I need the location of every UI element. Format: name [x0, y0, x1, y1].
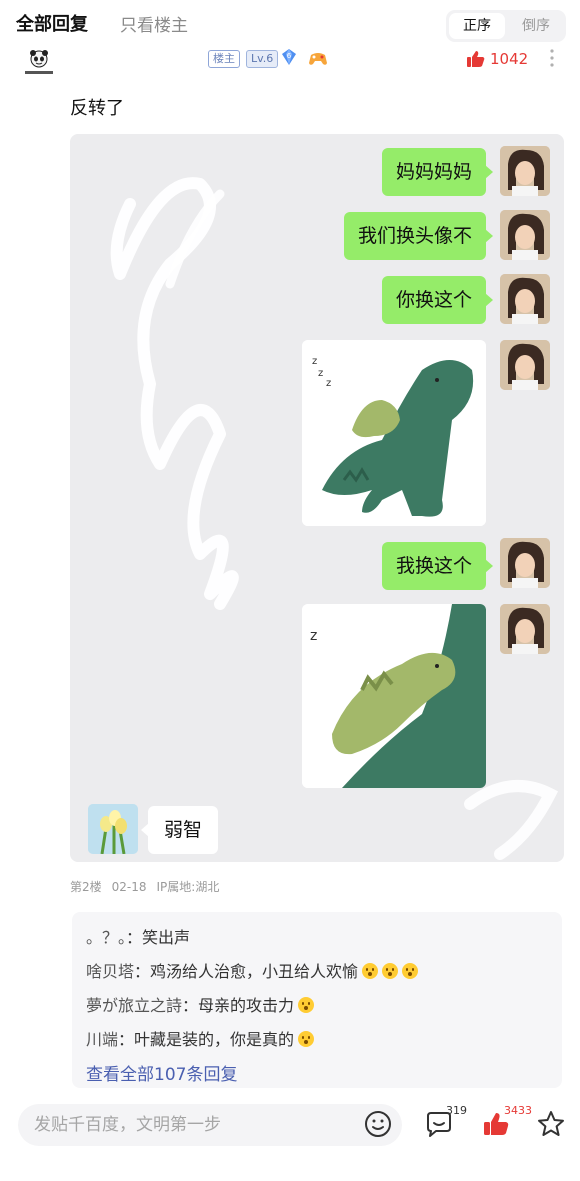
post-meta: 第2楼 02-18 IP属地:湖北 [70, 878, 229, 895]
svg-text:z: z [312, 356, 317, 367]
svg-text:z: z [310, 628, 317, 644]
list-item[interactable]: 啥贝塔：鸡汤给人治愈，小丑给人欢愉 [86, 958, 419, 982]
chat-bubble-3: 你换这个 [381, 276, 494, 324]
list-item[interactable]: 夢が旅立之詩：母亲的攻击力 [86, 992, 315, 1016]
bottom-bar: 319 3433 [0, 1096, 580, 1181]
reply-text: 笑出声 [142, 928, 191, 947]
reply-list[interactable]: 。？。：笑出声 啥贝塔：鸡汤给人治愈，小丑给人欢愉 夢が旅立之詩：母亲的攻击力 … [72, 912, 562, 1088]
chat-avatar [500, 340, 550, 390]
emoji-icon[interactable] [364, 1110, 392, 1138]
more-icon[interactable] [548, 46, 556, 70]
level-badge: Lv.6 [246, 50, 279, 68]
tab-only-op[interactable]: 只看楼主 [120, 11, 188, 36]
top-tab-bar: 全部回复 只看楼主 正序 倒序 [0, 0, 580, 44]
reply-text: 鸡汤给人治愈，小丑给人欢愉 [150, 962, 359, 981]
thumb-up-icon [467, 51, 485, 67]
chat-reply-bubble: 弱智 [141, 806, 218, 854]
chat-bubble-1: 妈妈妈妈 [381, 148, 494, 196]
surprised-emoji-icon [298, 997, 315, 1013]
post-like-count: 1042 [490, 50, 529, 68]
order-desc-button[interactable]: 倒序 [508, 13, 564, 39]
chat-avatar [500, 210, 550, 260]
op-badge: 楼主 [208, 50, 240, 68]
surprised-emoji-icon [382, 963, 399, 979]
chat-bubble-4: 我换这个 [381, 542, 494, 590]
post-date: 02-18 [111, 880, 147, 894]
view-all-replies-link[interactable]: 查看全部107条回复 [86, 1060, 237, 1085]
chat-avatar [500, 604, 550, 654]
chat-bubble-2: 我们换头像不 [343, 212, 494, 260]
ip-location: IP属地:湖北 [156, 880, 220, 894]
star-icon[interactable] [536, 1110, 566, 1138]
chat-avatar [500, 538, 550, 588]
order-toggle: 正序 倒序 [446, 10, 566, 42]
order-asc-button[interactable]: 正序 [449, 13, 505, 39]
reply-user[interactable]: 啥贝塔 [86, 962, 134, 981]
list-item[interactable]: 。？。：笑出声 [86, 924, 190, 948]
comment-count: 319 [446, 1104, 467, 1117]
svg-text:z: z [318, 368, 323, 379]
gem-level: 6 [287, 52, 292, 60]
reply-user[interactable]: 川端 [86, 1030, 118, 1049]
gamepad-icon [309, 53, 327, 65]
dinosaur-sticker-2: z [302, 604, 486, 788]
chat-avatar [500, 274, 550, 324]
author-row: 楼主 Lv.6 6 1042 [0, 44, 580, 80]
reply-text: 母亲的攻击力 [198, 996, 295, 1015]
reply-input[interactable] [34, 1104, 364, 1146]
dinosaur-sticker-1: z z z [302, 340, 486, 526]
like-count: 3433 [504, 1104, 532, 1117]
avatar[interactable] [22, 48, 56, 78]
tab-all-replies[interactable]: 全部回复 [16, 10, 88, 36]
post-text: 反转了 [70, 98, 124, 119]
list-item[interactable]: 川端：叶藏是装的，你是真的 [86, 1026, 315, 1050]
reply-user[interactable]: 。？。 [86, 928, 126, 947]
surprised-emoji-icon [362, 963, 379, 979]
tulip-avatar [88, 804, 138, 854]
gem-icon: 6 [282, 49, 296, 65]
floor-number: 第2楼 [70, 880, 102, 894]
chat-avatar [500, 146, 550, 196]
svg-text:z: z [326, 378, 331, 389]
surprised-emoji-icon [402, 963, 419, 979]
reply-text: 叶藏是装的，你是真的 [134, 1030, 295, 1049]
reply-input-box[interactable] [18, 1104, 402, 1146]
post-image[interactable]: 妈妈妈妈 我们换头像不 你换这个 z z z 我换这个 z 弱智 [70, 134, 564, 862]
surprised-emoji-icon [298, 1031, 315, 1047]
reply-user[interactable]: 夢が旅立之詩 [86, 996, 182, 1015]
